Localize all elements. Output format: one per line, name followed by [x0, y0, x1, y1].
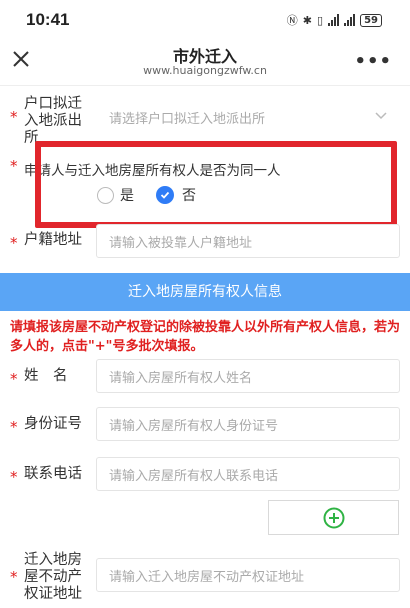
required-mark: * [10, 234, 18, 252]
owner-phone-row: * 联系电话 请输入房屋所有权人联系电话 [0, 456, 410, 492]
signal-icon [328, 14, 340, 26]
required-mark: * [10, 568, 18, 586]
police-station-row: * 户口拟迁入地派出所 请选择户口拟迁入地派出所 [0, 94, 410, 146]
required-mark: * [10, 157, 18, 175]
owner-name-input[interactable]: 请输入房屋所有权人姓名 [96, 359, 400, 393]
owner-phone-placeholder: 请输入房屋所有权人联系电话 [109, 468, 279, 484]
status-time: 10:41 [26, 10, 70, 29]
owner-name-placeholder: 请输入房屋所有权人姓名 [109, 370, 253, 386]
certificate-row: * 迁入地房屋不动产权证地址 请输入迁入地房屋不动产权证地址 [0, 550, 410, 606]
police-station-placeholder: 请选择户口拟迁入地派出所 [109, 111, 266, 127]
battery-icon: 59 [360, 13, 382, 27]
status-bar: 10:41 Ⓝ ✱ ▯ 59 [0, 0, 410, 40]
owner-name-row: * 姓 名 请输入房屋所有权人姓名 [0, 358, 410, 394]
bluetooth-icon: ✱ [302, 13, 313, 27]
highlight-box [35, 141, 397, 228]
police-station-label: 户口拟迁入地派出所 [24, 96, 82, 146]
more-icon[interactable]: ••• [354, 51, 392, 72]
signal-icon [344, 14, 356, 26]
owner-id-row: * 身份证号 请输入房屋所有权人身份证号 [0, 406, 410, 442]
domicile-input[interactable]: 请输入被投靠人户籍地址 [96, 224, 400, 258]
owner-id-input[interactable]: 请输入房屋所有权人身份证号 [96, 407, 400, 441]
required-mark: * [10, 108, 18, 126]
status-icons: Ⓝ ✱ ▯ 59 [287, 12, 382, 28]
notice-text: 请填报该房屋不动产权登记的除被投靠人以外所有产权人信息，若为多人的，点击"+"号… [10, 320, 401, 354]
certificate-input[interactable]: 请输入迁入地房屋不动产权证地址 [96, 558, 400, 592]
domicile-placeholder: 请输入被投靠人户籍地址 [109, 235, 253, 251]
domicile-label: 户籍地址 [24, 232, 82, 248]
owner-name-label: 姓 名 [24, 368, 68, 384]
owner-phone-label: 联系电话 [24, 466, 82, 482]
police-station-select[interactable]: 请选择户口拟迁入地派出所 [96, 100, 400, 134]
owner-id-placeholder: 请输入房屋所有权人身份证号 [109, 418, 279, 434]
page-url: www.huaigongzwfw.cn [143, 64, 267, 77]
app-header: 市外迁入 www.huaigongzwfw.cn ••• [0, 40, 410, 86]
plus-circle-icon [323, 507, 344, 528]
vibrate-icon: ▯ [317, 13, 324, 27]
owner-id-label: 身份证号 [24, 416, 82, 432]
chevron-down-icon [375, 112, 387, 120]
certificate-placeholder: 请输入迁入地房屋不动产权证地址 [109, 569, 305, 585]
owner-phone-input[interactable]: 请输入房屋所有权人联系电话 [96, 457, 400, 491]
domicile-row: * 户籍地址 请输入被投靠人户籍地址 [0, 222, 410, 262]
add-owner-button[interactable] [268, 500, 399, 535]
required-mark: * [10, 468, 18, 486]
nfc-icon: Ⓝ [286, 14, 298, 27]
section-header: 迁入地房屋所有权人信息 [0, 273, 410, 311]
required-mark: * [10, 370, 18, 388]
certificate-label: 迁入地房屋不动产权证地址 [24, 552, 82, 602]
required-mark: * [10, 418, 18, 436]
